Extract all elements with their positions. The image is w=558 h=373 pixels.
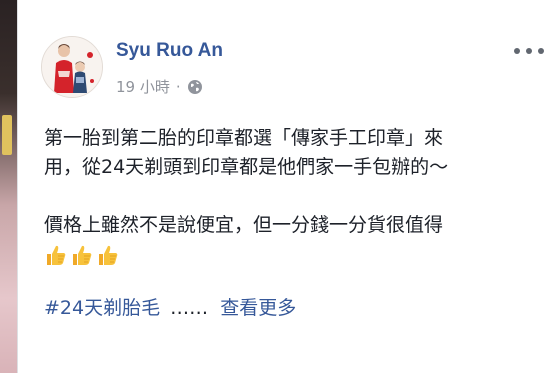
post-timestamp[interactable]: 19 小時 — [116, 76, 170, 97]
author-name[interactable]: Syu Ruo An — [116, 40, 223, 62]
hashtag-link[interactable]: #24天剃胎毛 — [44, 297, 160, 319]
post-card: Syu Ruo An 19 小時 · 第一胎到第二胎的印章都選「傳家手工印章」來… — [17, 0, 558, 373]
truncation-ellipsis: …… — [170, 297, 209, 319]
thumbs-up-icon — [99, 245, 118, 265]
globe-icon[interactable] — [187, 79, 203, 95]
post-text-line: 價格上雖然不是說便宜，但一分錢一分貨很值得 — [44, 214, 444, 236]
emoji-row — [44, 240, 549, 269]
see-more-link[interactable]: 查看更多 — [220, 297, 296, 319]
background-photo-detail — [2, 115, 12, 155]
avatar-illustration — [42, 37, 102, 97]
post-meta: 19 小時 · — [116, 76, 203, 97]
thumbs-up-icon — [73, 245, 92, 265]
avatar[interactable] — [41, 36, 103, 98]
background-photo-strip — [0, 0, 17, 373]
thumbs-up-icon — [47, 245, 66, 265]
post-body: 第一胎到第二胎的印章都選「傳家手工印章」來 用，從24天剃頭到印章都是他們家一手… — [44, 124, 549, 269]
post-text-line: 用，從24天剃頭到印章都是他們家一手包辦的～ — [44, 156, 449, 178]
post-text-line: 第一胎到第二胎的印章都選「傳家手工印章」來 — [44, 127, 444, 149]
post-tagline: #24天剃胎毛 …… 查看更多 — [44, 293, 296, 320]
more-options-icon[interactable] — [514, 42, 544, 60]
meta-separator: · — [175, 77, 181, 96]
